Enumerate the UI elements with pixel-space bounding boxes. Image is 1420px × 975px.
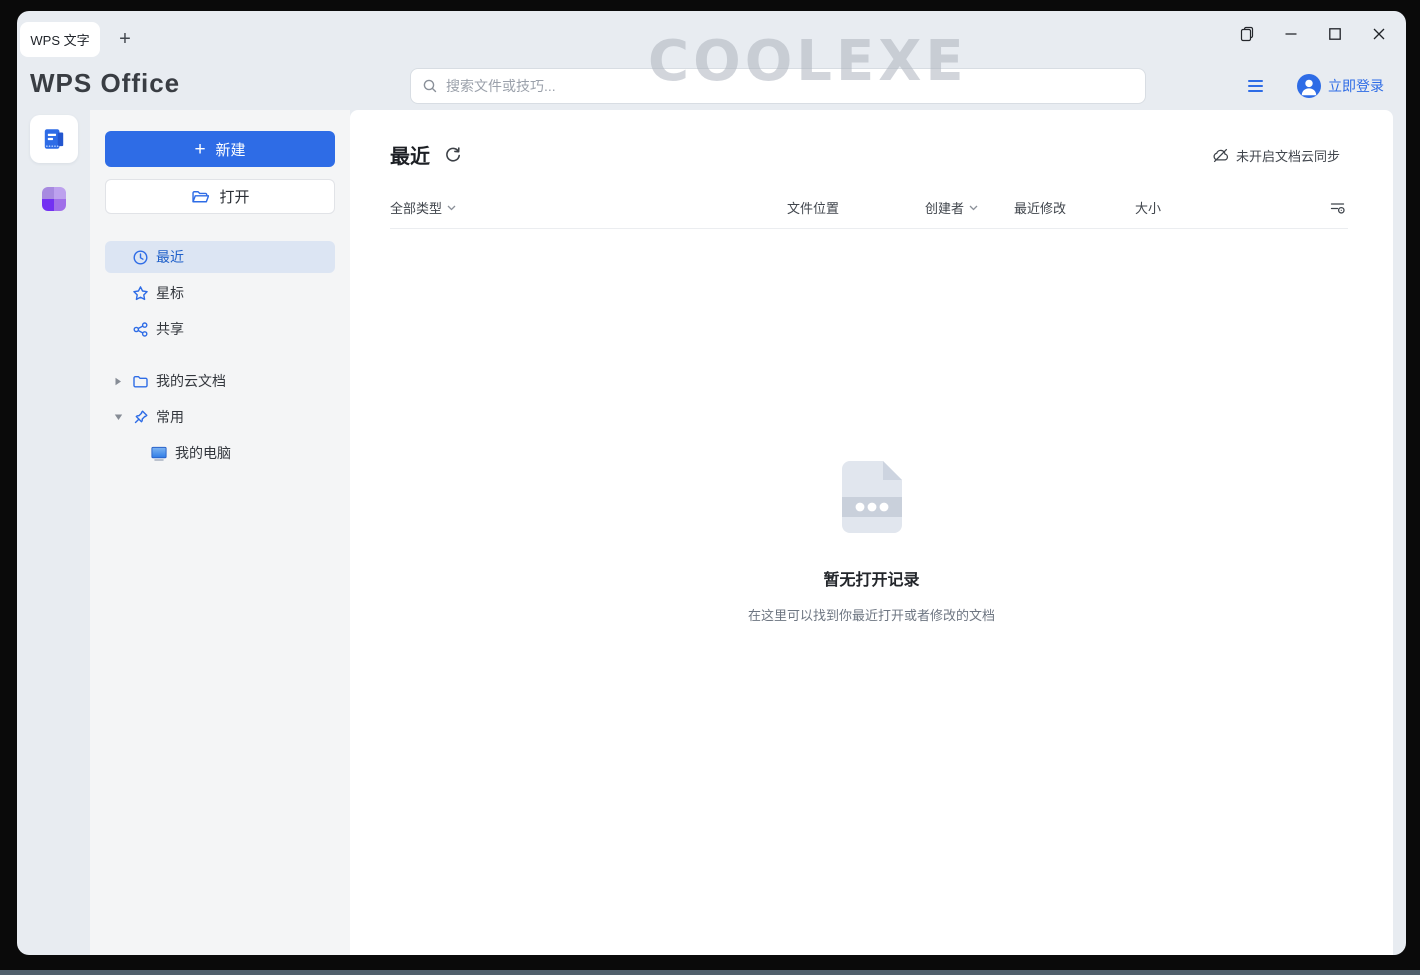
cloud-off-icon	[1212, 147, 1229, 164]
global-menu-button[interactable]	[1248, 80, 1263, 92]
nav-label-recent: 最近	[156, 247, 184, 267]
star-icon	[131, 285, 149, 302]
nav-item-my-computer[interactable]: 我的电脑	[105, 437, 335, 469]
nav-label-shared: 共享	[156, 319, 184, 339]
empty-state-title: 暂无打开记录	[642, 566, 1102, 590]
maximize-button[interactable]	[1326, 25, 1344, 43]
nav-item-frequent[interactable]: 常用	[105, 401, 335, 433]
new-button-label: 新建	[216, 139, 246, 160]
column-header-row: 全部类型 文件位置 创建者 最近修改 大小	[350, 198, 1393, 224]
column-size: 大小	[1135, 198, 1161, 217]
toolbar: WPS Office 立即登录	[17, 57, 1406, 110]
share-icon	[131, 321, 149, 338]
app-rail	[17, 110, 90, 955]
pin-icon	[131, 409, 149, 426]
cloud-sync-status[interactable]: 未开启文档云同步	[1212, 146, 1340, 165]
caret-right-icon[interactable]	[114, 377, 131, 386]
cloud-sync-label: 未开启文档云同步	[1236, 146, 1340, 165]
nav-label-starred: 星标	[156, 283, 184, 303]
open-document-button[interactable]: 打开	[105, 179, 335, 214]
search-bar[interactable]	[410, 68, 1146, 104]
window-controls	[1238, 11, 1388, 57]
maximize-icon	[1328, 27, 1342, 41]
empty-state-subtitle: 在这里可以找到你最近打开或者修改的文档	[642, 605, 1102, 624]
folder-icon	[131, 373, 149, 390]
avatar-icon	[1297, 74, 1321, 98]
app-body: + 新建 打开	[17, 110, 1406, 955]
document-tab-label: WPS 文字	[30, 30, 89, 49]
open-folder-icon	[190, 187, 209, 206]
app-window: WPS 文字 + WPS Office	[17, 11, 1406, 955]
page-title: 最近	[390, 140, 430, 169]
open-button-label: 打开	[219, 186, 249, 207]
titlebar: WPS 文字 +	[17, 11, 1406, 57]
header-divider	[390, 228, 1348, 229]
close-icon	[1372, 27, 1386, 41]
chevron-down-icon	[969, 205, 978, 211]
search-input[interactable]	[446, 78, 1134, 94]
caret-down-icon[interactable]	[114, 413, 131, 421]
page-head: 最近	[390, 140, 462, 169]
nav-item-cloud-docs[interactable]: 我的云文档	[105, 365, 335, 397]
nav-label-cloud-docs: 我的云文档	[156, 371, 226, 391]
search-icon	[422, 78, 438, 94]
nav-item-recent[interactable]: 最近	[105, 241, 335, 273]
column-file-type[interactable]: 全部类型	[390, 198, 456, 217]
nav-label-frequent: 常用	[156, 407, 184, 427]
rail-item-apps[interactable]	[42, 187, 66, 211]
close-button[interactable]	[1370, 25, 1388, 43]
document-tab[interactable]: WPS 文字	[20, 22, 100, 57]
list-settings-icon	[1329, 199, 1346, 216]
plus-icon: +	[194, 140, 205, 159]
login-label: 立即登录	[1328, 76, 1384, 96]
screen-bottom-edge	[0, 970, 1420, 975]
account-area: 立即登录	[1248, 68, 1384, 104]
new-document-button[interactable]: + 新建	[105, 131, 335, 167]
column-file-location: 文件位置	[787, 198, 839, 217]
nav-item-shared[interactable]: 共享	[105, 313, 335, 345]
main-panel: 最近 未开启文档云同步 全部类型	[350, 110, 1393, 955]
nav-label-my-computer: 我的电脑	[175, 443, 231, 463]
wps-office-logo: WPS Office	[30, 68, 180, 99]
stacked-windows-icon	[1239, 26, 1255, 42]
computer-icon	[150, 445, 168, 462]
document-app-icon	[41, 126, 67, 152]
refresh-icon	[444, 146, 462, 164]
tabs-overview-button[interactable]	[1238, 25, 1256, 43]
column-creator[interactable]: 创建者	[925, 198, 978, 217]
minimize-icon	[1284, 27, 1298, 41]
empty-document-icon	[842, 461, 902, 533]
login-button[interactable]: 立即登录	[1297, 74, 1384, 98]
minimize-button[interactable]	[1282, 25, 1300, 43]
apps-grid-icon	[42, 187, 54, 199]
new-tab-button[interactable]: +	[110, 22, 140, 57]
column-modified: 最近修改	[1014, 198, 1066, 217]
sidenav: + 新建 打开	[90, 110, 350, 955]
refresh-button[interactable]	[444, 146, 462, 164]
rail-item-docs[interactable]	[30, 115, 78, 163]
nav-item-starred[interactable]: 星标	[105, 277, 335, 309]
nav-list: 最近 星标	[105, 241, 335, 469]
chevron-down-icon	[447, 205, 456, 211]
clock-icon	[131, 249, 149, 266]
empty-state: 暂无打开记录 在这里可以找到你最近打开或者修改的文档	[642, 461, 1102, 624]
list-options-button[interactable]	[1329, 199, 1346, 216]
